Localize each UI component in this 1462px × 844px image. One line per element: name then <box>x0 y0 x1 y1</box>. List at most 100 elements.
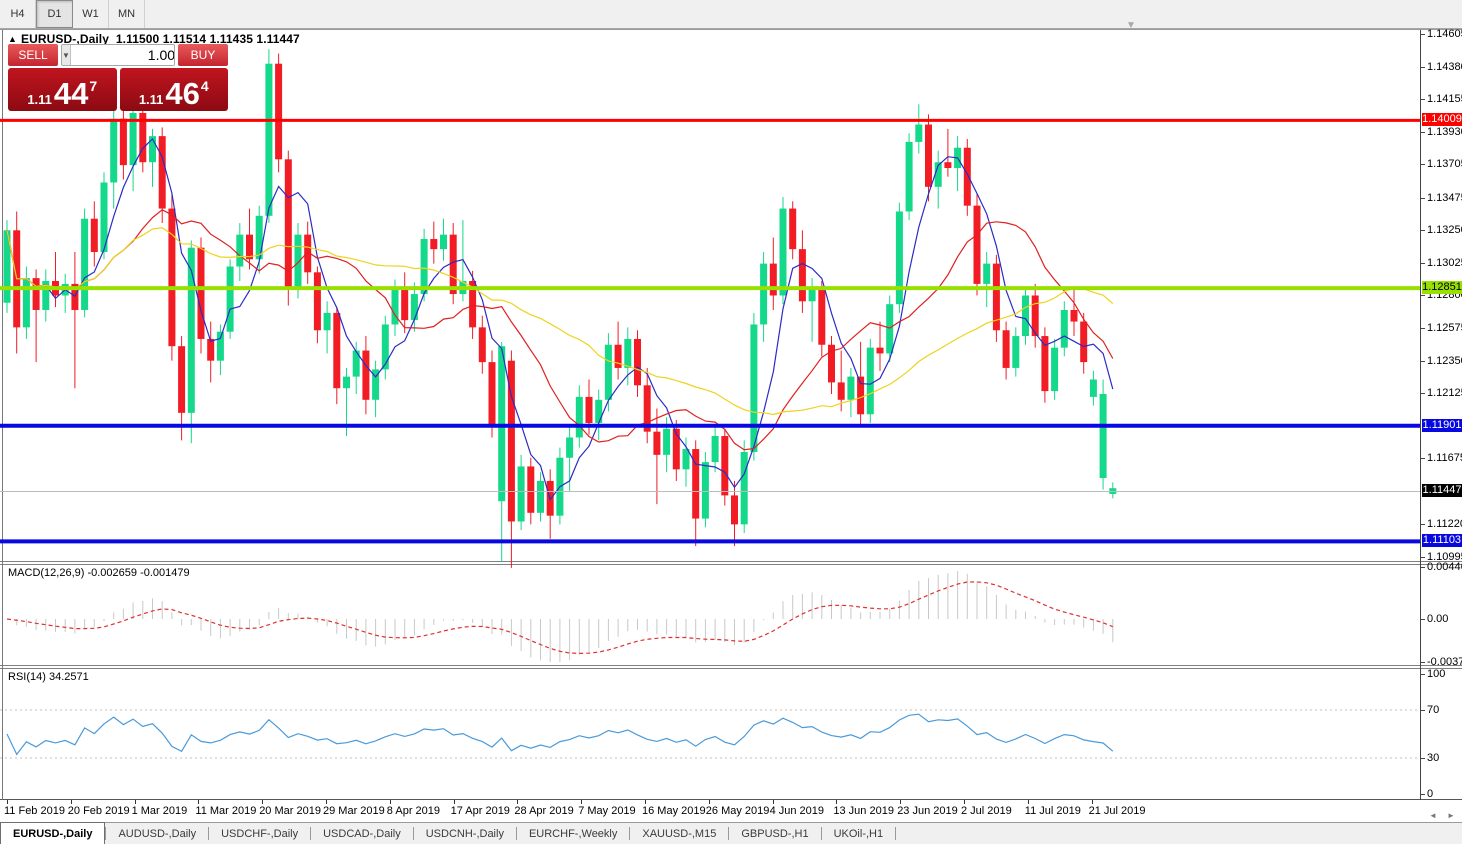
candle <box>974 206 981 284</box>
timeframe-button-h4[interactable]: H4 <box>0 0 36 28</box>
rsi-axis-tick <box>1421 710 1425 711</box>
candle <box>120 119 127 165</box>
price-axis-tick <box>1421 198 1425 199</box>
tab-eurchf-weekly[interactable]: EURCHF-,Weekly <box>517 823 629 844</box>
buy-button[interactable]: BUY <box>178 44 228 66</box>
candle <box>886 304 893 353</box>
chart-canvas[interactable] <box>0 0 1462 843</box>
tab-usdchf-daily[interactable]: USDCHF-,Daily <box>209 823 310 844</box>
tab-eurusd-daily[interactable]: EURUSD-,Daily <box>0 822 105 844</box>
candle <box>265 64 272 216</box>
sell-button[interactable]: SELL <box>8 44 58 66</box>
sell-price-prefix: 1.11 <box>27 92 52 108</box>
date-axis-tick <box>645 800 646 804</box>
candle <box>411 294 418 320</box>
timeframe-button-w1[interactable]: W1 <box>73 0 109 28</box>
candle <box>1022 295 1029 336</box>
candle <box>110 119 117 183</box>
price-axis-tick <box>1421 393 1425 394</box>
price-axis-tick <box>1421 99 1425 100</box>
buy-price-prefix: 1.11 <box>139 92 164 108</box>
tabs-scroll-left-icon[interactable]: ◄ <box>1426 809 1440 821</box>
tab-gbpusd-h1[interactable]: GBPUSD-,H1 <box>729 823 820 844</box>
price-axis-tick <box>1421 557 1425 558</box>
volume-spinner: ▼ ▲ <box>61 44 175 66</box>
candle <box>731 495 738 524</box>
candles-layer <box>4 49 1117 568</box>
candle <box>518 466 525 521</box>
candle <box>576 397 583 438</box>
price-axis-tick <box>1421 67 1425 68</box>
candle <box>382 324 389 369</box>
candle <box>217 332 224 361</box>
date-axis-tick <box>836 800 837 804</box>
candle <box>586 397 593 423</box>
candle <box>91 219 98 252</box>
price-axis-label: 1.13930 <box>1427 126 1462 138</box>
date-axis-tick <box>198 800 199 804</box>
candle <box>634 339 641 385</box>
macd-axis-tick <box>1421 619 1425 620</box>
timeframe-button-d1[interactable]: D1 <box>36 0 73 28</box>
tab-audusd-daily[interactable]: AUDUSD-,Daily <box>106 823 208 844</box>
date-axis-label: 28 Apr 2019 <box>514 805 573 817</box>
candle <box>915 125 922 142</box>
buy-quote-box[interactable]: 1.11464 <box>120 68 229 111</box>
sell-quote-box[interactable]: 1.11447 <box>8 68 117 111</box>
date-axis-label: 20 Mar 2019 <box>259 805 321 817</box>
candle <box>712 436 719 462</box>
price-axis-label: 1.13025 <box>1427 257 1462 269</box>
candle <box>770 264 777 296</box>
candle <box>333 313 340 388</box>
volume-decrease-icon[interactable]: ▼ <box>62 45 71 65</box>
candle <box>1080 322 1087 363</box>
timeframe-toolbar: H4D1W1MN <box>0 0 1462 29</box>
candle <box>702 462 709 518</box>
tab-ukoil-h1[interactable]: UKOil-,H1 <box>822 823 896 844</box>
candle <box>750 324 757 451</box>
candle <box>81 219 88 310</box>
candle <box>760 264 767 325</box>
date-axis-tick <box>135 800 136 804</box>
date-axis-label: 20 Feb 2019 <box>68 805 130 817</box>
rsi-levels <box>0 710 1420 758</box>
pane-borders <box>0 30 1462 801</box>
date-axis-label: 13 Jun 2019 <box>833 805 894 817</box>
tabs-scroll-right-icon[interactable]: ► <box>1444 809 1458 821</box>
price-badge: 1.11901 <box>1422 419 1462 432</box>
tab-usdcnh-daily[interactable]: USDCNH-,Daily <box>414 823 516 844</box>
price-badge: 1.11103 <box>1422 534 1462 547</box>
hlines-layer <box>0 120 1420 541</box>
price-badge: 1.14009 <box>1422 113 1462 126</box>
tab-xauusd-m15[interactable]: XAUUSD-,M15 <box>630 823 728 844</box>
candle <box>1012 336 1019 368</box>
price-axis-label: 1.13475 <box>1427 192 1462 204</box>
candle <box>896 211 903 304</box>
candle <box>421 239 428 294</box>
candle <box>207 339 214 361</box>
rsi-axis-label: 70 <box>1427 704 1439 716</box>
candle <box>1071 310 1078 322</box>
date-axis-label: 29 Mar 2019 <box>323 805 385 817</box>
candle <box>847 377 854 400</box>
autoscroll-marker-icon[interactable]: ▼ <box>1126 20 1136 31</box>
date-axis-label: 1 Mar 2019 <box>132 805 188 817</box>
candle <box>867 348 874 415</box>
timeframe-button-mn[interactable]: MN <box>109 0 145 28</box>
rsi-axis-tick <box>1421 758 1425 759</box>
candle <box>1061 310 1068 348</box>
volume-input[interactable] <box>71 45 175 65</box>
price-axis-tick <box>1421 524 1425 525</box>
candle <box>964 148 971 206</box>
tab-usdcad-daily[interactable]: USDCAD-,Daily <box>311 823 413 844</box>
candle <box>159 136 166 208</box>
candle <box>741 452 748 524</box>
candle <box>1003 330 1010 368</box>
price-axis-label: 1.14605 <box>1427 28 1462 40</box>
price-badge: 1.11447 <box>1422 484 1462 497</box>
date-axis-tick <box>709 800 710 804</box>
tab-separator <box>895 827 896 840</box>
date-axis-label: 11 Jul 2019 <box>1025 805 1081 817</box>
price-axis-label: 1.11220 <box>1427 518 1462 530</box>
macd-axis-tick <box>1421 567 1425 568</box>
